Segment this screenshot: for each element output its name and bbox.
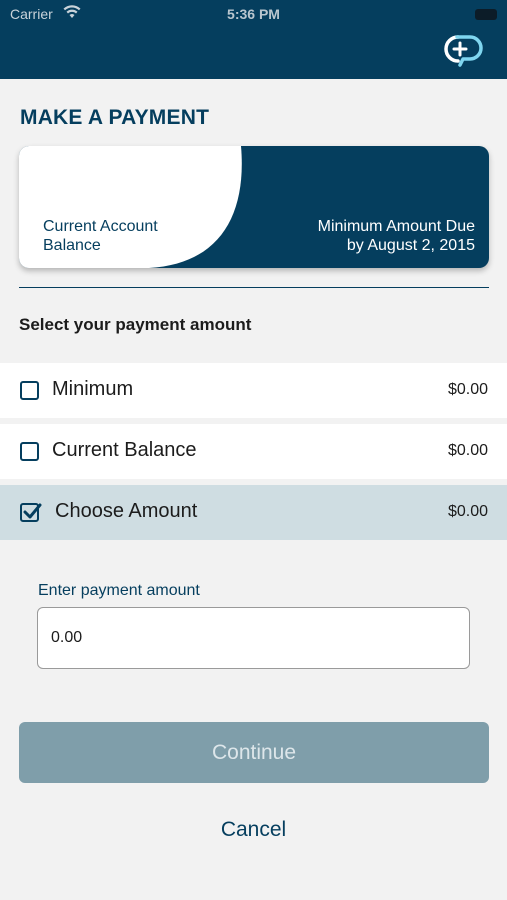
- page-title: MAKE A PAYMENT: [20, 106, 210, 129]
- account-summary-card: Current Account Balance Minimum Amount D…: [19, 146, 489, 268]
- option-minimum[interactable]: Minimum $0.00: [0, 363, 507, 418]
- battery-icon: [475, 9, 497, 20]
- status-bar: Carrier 5:36 PM: [0, 0, 507, 28]
- cp-logo-icon: [438, 32, 484, 68]
- current-balance-label: Current Account Balance: [43, 218, 158, 254]
- option-label: Choose Amount: [55, 500, 198, 522]
- cancel-button[interactable]: Cancel: [0, 818, 507, 842]
- payment-section-label: Select your payment amount: [19, 315, 252, 334]
- option-current-balance[interactable]: Current Balance $0.00: [0, 424, 507, 479]
- section-divider: [19, 287, 489, 288]
- payment-amount-input[interactable]: [37, 607, 470, 669]
- current-balance-checkbox[interactable]: [20, 442, 39, 461]
- option-value: $0.00: [447, 442, 488, 459]
- app-header: Carrier 5:36 PM: [0, 0, 507, 79]
- option-label: Minimum: [52, 378, 134, 400]
- status-time: 5:36 PM: [227, 6, 280, 22]
- option-value: $0.00: [447, 503, 488, 520]
- option-value: $0.00: [447, 381, 488, 398]
- option-choose-amount[interactable]: Choose Amount $0.00: [0, 485, 507, 540]
- option-label: Current Balance: [52, 439, 197, 461]
- checkmark-icon: [23, 503, 42, 519]
- minimum-checkbox[interactable]: [20, 381, 39, 400]
- continue-button[interactable]: Continue: [19, 722, 489, 783]
- minimum-due-date: by August 2, 2015: [346, 237, 475, 254]
- minimum-due-title: Minimum Amount Due: [317, 218, 475, 235]
- minimum-due-label: Minimum Amount Due by August 2, 2015: [245, 217, 475, 255]
- choose-amount-checkbox[interactable]: [20, 503, 42, 522]
- payment-amount-label: Enter payment amount: [38, 582, 200, 599]
